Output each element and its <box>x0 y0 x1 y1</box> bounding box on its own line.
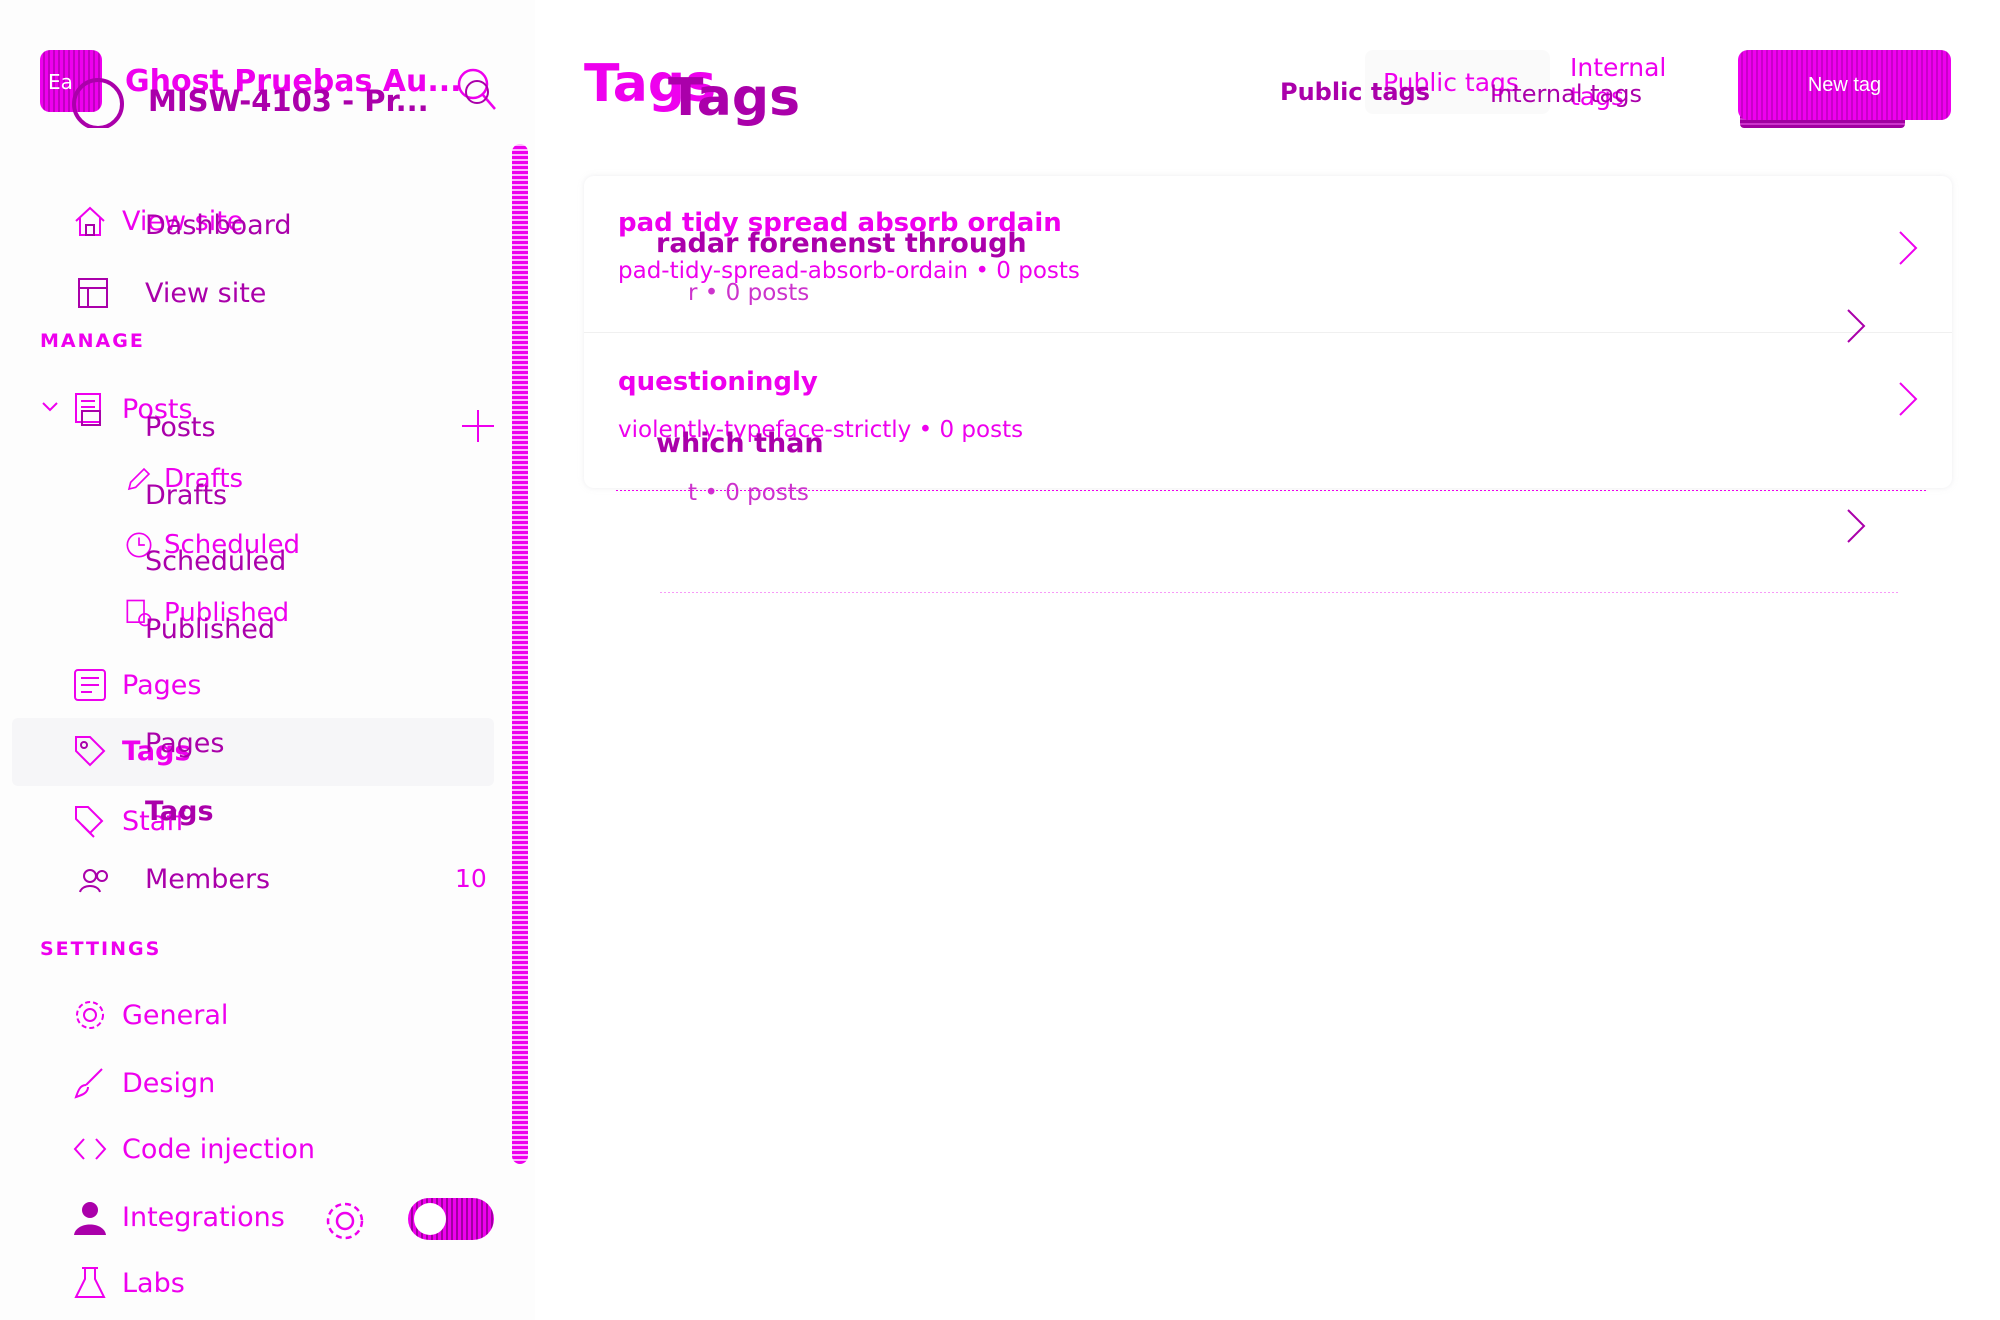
chevron-right-icon <box>1899 231 1918 265</box>
tag-name-ghost: which than <box>656 428 824 459</box>
home-icon <box>75 206 105 236</box>
sidebar-item-label: General <box>122 999 229 1031</box>
sidebar-ghost-scheduled: Scheduled <box>145 546 287 577</box>
tab-public-tags-ghost[interactable]: Public tags <box>1280 78 1430 106</box>
sidebar-item-label: Pages <box>122 669 202 701</box>
sidebar-ghost-published: Published <box>145 614 275 645</box>
members-count-badge: 10 <box>455 864 487 893</box>
sidebar-item-code-injection[interactable]: Code injection <box>72 1124 315 1174</box>
brush-icon <box>74 1068 103 1099</box>
section-title-manage: MANAGE <box>40 330 145 352</box>
settings-gear-icon[interactable] <box>322 1198 368 1244</box>
sidebar-ghost-view-site[interactable]: View site <box>145 278 266 309</box>
chevron-right-icon <box>1847 509 1866 543</box>
integrations-icon <box>74 1202 106 1235</box>
new-tag-label: New tag <box>1807 73 1882 96</box>
sidebar-ghost-posts: Posts <box>145 412 216 443</box>
sidebar-item-label: Integrations <box>122 1201 285 1233</box>
page-title-ghost: Tags <box>668 68 801 128</box>
flask-icon <box>74 1267 106 1298</box>
sidebar-item-label: Code injection <box>122 1133 315 1165</box>
list-item[interactable]: questioningly violently-typeface-strictl… <box>584 332 1952 488</box>
tag-name-ghost: radar forenenst through <box>656 228 1027 259</box>
tag-meta-ghost: r • 0 posts <box>688 280 810 306</box>
chevron-down-icon[interactable] <box>40 400 60 414</box>
section-title-settings: SETTINGS <box>40 938 162 960</box>
new-tag-button[interactable]: New tag <box>1738 50 1951 120</box>
divider <box>660 592 1900 593</box>
add-post-icon[interactable] <box>460 408 496 444</box>
tag-meta-ghost: t • 0 posts <box>688 480 809 506</box>
sidebar-scrollbar[interactable] <box>512 144 528 1164</box>
divider <box>616 490 1926 491</box>
sidebar-item-label: Labs <box>122 1267 185 1299</box>
gear-icon <box>76 1001 104 1029</box>
sidebar-item-general[interactable]: General <box>72 990 228 1040</box>
toggle-knob <box>414 1203 446 1235</box>
sidebar-ghost-drafts: Drafts <box>145 480 228 511</box>
chevron-right-icon <box>1899 382 1918 416</box>
staff-icon <box>75 806 104 838</box>
sidebar-item-pages[interactable]: Pages <box>72 660 201 710</box>
tag-name: questioningly <box>618 367 818 397</box>
site-title-ghost: MISW-4103 - Pr... <box>148 84 429 118</box>
sidebar-ghost-members[interactable]: Members <box>145 864 270 895</box>
sidebar-item-integrations[interactable]: Integrations <box>72 1192 285 1242</box>
sidebar: Ea Ghost Pruebas Au... MISW-4103 - Pr...… <box>0 0 535 1320</box>
sidebar-ghost-tags: Tags <box>145 796 214 827</box>
chevron-right-icon <box>1847 309 1866 343</box>
dark-mode-toggle[interactable] <box>408 1198 494 1240</box>
sidebar-item-label: Design <box>122 1067 216 1099</box>
sidebar-item-labs[interactable]: Labs <box>72 1258 185 1308</box>
posts-icon <box>75 393 101 426</box>
members-icon <box>79 869 108 893</box>
search-icon[interactable] <box>455 64 499 116</box>
sidebar-ghost-pages: Pages <box>145 728 225 759</box>
layout-icon <box>78 278 108 308</box>
tab-internal-tags-ghost[interactable]: Internal tags <box>1490 80 1642 108</box>
sidebar-ghost-dashboard: Dashboard <box>145 210 292 241</box>
sidebar-item-design[interactable]: Design <box>72 1058 215 1108</box>
pages-icon <box>74 669 106 701</box>
code-icon <box>73 1138 107 1160</box>
site-logo-ring-icon <box>72 78 124 128</box>
tag-icon <box>75 736 106 767</box>
